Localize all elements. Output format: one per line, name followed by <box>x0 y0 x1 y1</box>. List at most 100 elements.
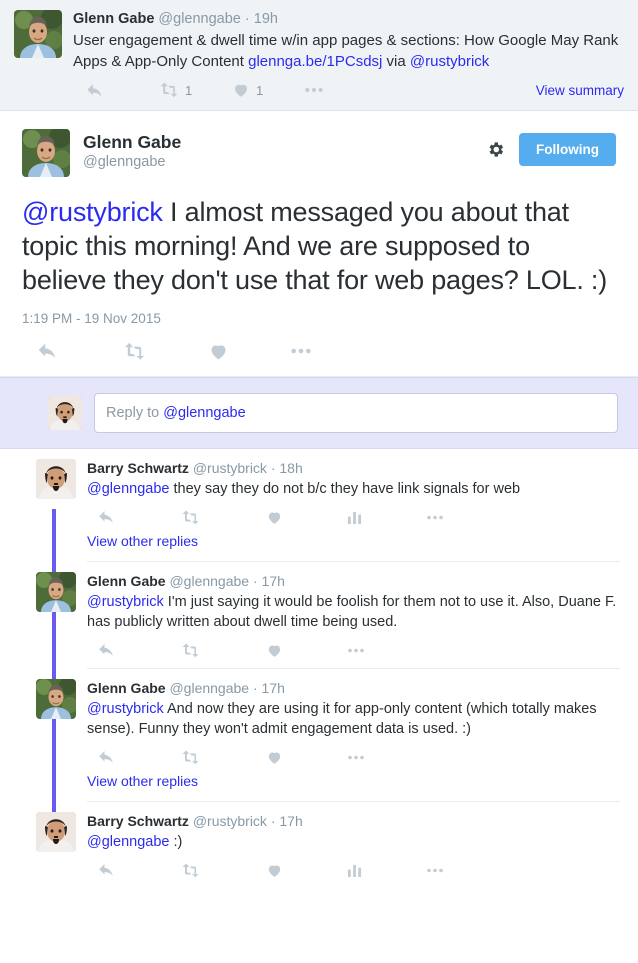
main-retweet-button[interactable] <box>123 340 146 363</box>
avatar-glenn-gabe[interactable] <box>22 129 70 177</box>
main-more-button[interactable] <box>290 347 312 355</box>
ancestor-author-name[interactable]: Glenn Gabe <box>73 11 154 27</box>
reply-body-text: they say they do not b/c they have link … <box>169 481 521 497</box>
ellipsis-icon <box>347 754 365 761</box>
reply-separator: · <box>252 680 258 696</box>
reply-icon <box>85 81 104 100</box>
view-other-replies-link[interactable]: View other replies <box>87 533 198 549</box>
reply-like-button[interactable] <box>266 749 283 766</box>
reply-retweet-button[interactable] <box>181 748 200 767</box>
ancestor-shortlink[interactable]: glennga.be/1PCsdsj <box>248 53 382 70</box>
reply-text: @glenngabe :) <box>87 832 620 852</box>
reply-retweet-button[interactable] <box>181 641 200 660</box>
reply-more-button[interactable] <box>426 514 444 521</box>
heart-icon <box>266 749 283 766</box>
reply-mention[interactable]: @glenngabe <box>87 834 169 850</box>
reply-more-button[interactable] <box>426 867 444 874</box>
main-action-bar <box>22 336 616 366</box>
reply-like-button[interactable] <box>266 642 283 659</box>
view-summary-link[interactable]: View summary <box>536 83 624 98</box>
reply-body-text: And now they are using it for app-only c… <box>87 701 597 737</box>
avatar-glenn-gabe[interactable] <box>14 10 62 58</box>
reply-item[interactable]: Glenn Gabe @glenngabe · 17h @rustybrick … <box>0 669 638 802</box>
avatar-barry-schwartz[interactable] <box>36 459 76 499</box>
gear-icon[interactable] <box>486 140 505 159</box>
main-like-button[interactable] <box>208 341 229 362</box>
ancestor-timestamp[interactable]: 19h <box>254 11 278 27</box>
retweet-icon <box>181 641 200 660</box>
avatar-current-user[interactable] <box>48 396 82 430</box>
reply-timestamp[interactable]: 17h <box>279 813 302 829</box>
reply-timestamp[interactable]: 18h <box>279 460 302 476</box>
reply-author-name[interactable]: Glenn Gabe <box>87 573 166 589</box>
main-tweet-text: @rustybrick I almost messaged you about … <box>22 195 616 297</box>
main-reply-button[interactable] <box>36 340 58 362</box>
ellipsis-icon <box>304 86 324 94</box>
reply-analytics-button[interactable] <box>347 510 362 525</box>
ellipsis-icon <box>426 867 444 874</box>
view-other-replies-link[interactable]: View other replies <box>87 773 198 789</box>
reply-timestamp[interactable]: 17h <box>262 573 285 589</box>
avatar-glenn-gabe[interactable] <box>36 679 76 719</box>
reply-author-name[interactable]: Barry Schwartz <box>87 460 189 476</box>
reply-more-button[interactable] <box>347 754 365 761</box>
reply-body-text: I'm just saying it would be foolish for … <box>87 594 617 630</box>
reply-like-button[interactable] <box>266 509 283 526</box>
main-author-handle[interactable]: @glenngabe <box>83 153 181 172</box>
retweet-icon <box>159 80 179 100</box>
reply-input[interactable]: Reply to @glenngabe <box>94 393 618 433</box>
reply-analytics-button[interactable] <box>347 863 362 878</box>
ancestor-action-bar: 1 1 View summary <box>73 78 624 102</box>
following-button[interactable]: Following <box>519 133 616 166</box>
tweet-detail-page: Glenn Gabe @glenngabe · 19h User engagem… <box>0 0 638 963</box>
reply-mention[interactable]: @rustybrick <box>87 701 164 717</box>
reply-body: Glenn Gabe @glenngabe · 17h @rustybrick … <box>87 679 624 802</box>
ancestor-author-handle[interactable]: @glenngabe <box>158 11 240 27</box>
reply-body: Barry Schwartz @rustybrick · 18h @glenng… <box>87 459 624 562</box>
analytics-icon <box>347 863 362 878</box>
ancestor-like-count: 1 <box>256 82 264 98</box>
avatar-glenn-gabe[interactable] <box>36 572 76 612</box>
reply-composer[interactable]: Reply to @glenngabe <box>0 377 638 449</box>
reply-author-handle[interactable]: @glenngabe <box>169 680 249 696</box>
ancestor-tweet[interactable]: Glenn Gabe @glenngabe · 19h User engagem… <box>0 0 638 111</box>
reply-reply-button[interactable] <box>97 508 115 526</box>
reply-author-handle[interactable]: @glenngabe <box>169 573 249 589</box>
reply-item[interactable]: Barry Schwartz @rustybrick · 18h @glenng… <box>0 449 638 562</box>
retweet-icon <box>123 340 146 363</box>
reply-separator: · <box>270 813 276 829</box>
reply-icon <box>97 861 115 879</box>
reply-action-bar <box>87 636 620 664</box>
reply-reply-button[interactable] <box>97 748 115 766</box>
avatar-barry-schwartz[interactable] <box>36 812 76 852</box>
reply-more-button[interactable] <box>347 647 365 654</box>
retweet-icon <box>181 861 200 880</box>
reply-text: @rustybrick I'm just saying it would be … <box>87 592 620 632</box>
main-mention-rustybrick[interactable]: @rustybrick <box>22 197 163 227</box>
main-tweet-timestamp[interactable]: 1:19 PM - 19 Nov 2015 <box>22 311 616 326</box>
reply-reply-button[interactable] <box>97 861 115 879</box>
ancestor-mention-rustybrick[interactable]: @rustybrick <box>410 53 489 70</box>
reply-retweet-button[interactable] <box>181 861 200 880</box>
reply-author-name[interactable]: Barry Schwartz <box>87 813 189 829</box>
reply-author-handle[interactable]: @rustybrick <box>193 460 267 476</box>
reply-timestamp[interactable]: 17h <box>262 680 285 696</box>
reply-header: Barry Schwartz @rustybrick · 18h <box>87 459 620 478</box>
reply-retweet-button[interactable] <box>181 508 200 527</box>
reply-item[interactable]: Barry Schwartz @rustybrick · 17h @glenng… <box>0 802 638 884</box>
reply-placeholder: Reply to @glenngabe <box>106 405 246 421</box>
reply-separator: · <box>270 460 276 476</box>
main-author-name[interactable]: Glenn Gabe <box>83 131 181 153</box>
reply-author-handle[interactable]: @rustybrick <box>193 813 267 829</box>
reply-like-button[interactable] <box>266 862 283 879</box>
reply-body: Barry Schwartz @rustybrick · 17h @glenng… <box>87 812 624 884</box>
reply-author-name[interactable]: Glenn Gabe <box>87 680 166 696</box>
reply-item[interactable]: Glenn Gabe @glenngabe · 17h @rustybrick … <box>0 562 638 669</box>
reply-mention[interactable]: @rustybrick <box>87 594 164 610</box>
reply-mention[interactable]: @glenngabe <box>87 481 169 497</box>
ancestor-tweet-text: User engagement & dwell time w/in app pa… <box>73 30 624 72</box>
reply-body-text: :) <box>169 834 183 850</box>
reply-action-bar <box>87 856 620 884</box>
reply-reply-button[interactable] <box>97 641 115 659</box>
main-tweet-header: Glenn Gabe @glenngabe Following <box>22 129 616 177</box>
